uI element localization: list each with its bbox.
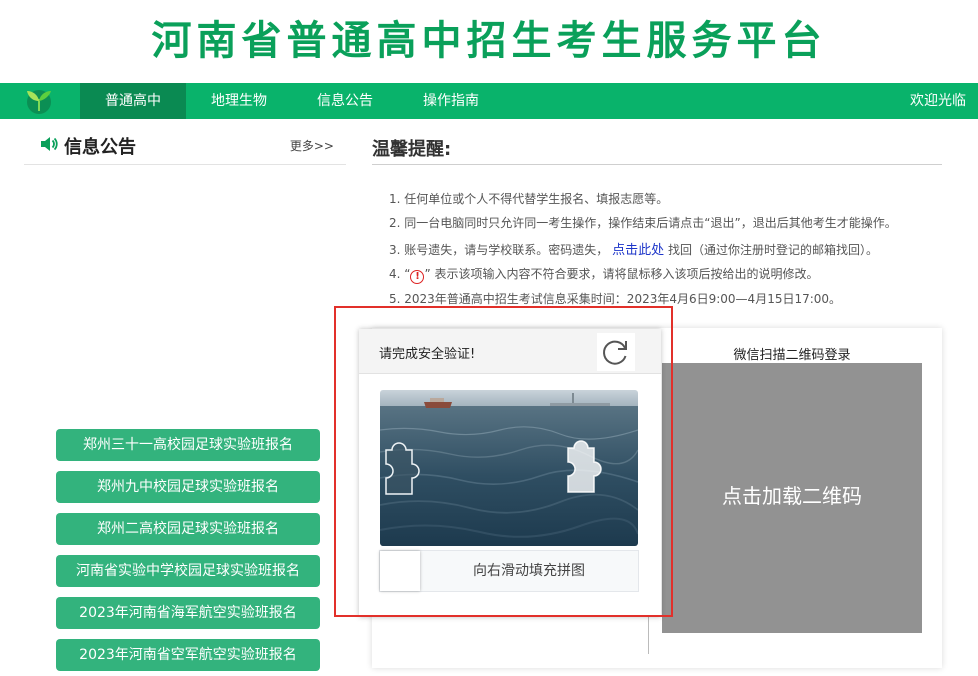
notice-header: 信息公告 更多>> [24, 128, 346, 165]
qr-load-button[interactable]: 点击加载二维码 [662, 363, 922, 633]
welcome-text: 欢迎光临 [910, 93, 966, 109]
signup-button-navy-aviation[interactable]: 2023年河南省海军航空实验班报名 [56, 597, 320, 629]
nav-item-geography-biology[interactable]: 地理生物 [186, 83, 292, 119]
signup-button-zhengzhou-2[interactable]: 郑州二高校园足球实验班报名 [56, 513, 320, 545]
navbar: 普通高中 地理生物 信息公告 操作指南 欢迎光临 [0, 83, 978, 119]
notice-title: 信息公告 [64, 137, 136, 158]
nav-item-guide[interactable]: 操作指南 [398, 83, 504, 119]
tip-4-prefix: 4. “ [389, 267, 411, 281]
signup-button-henan-experimental[interactable]: 河南省实验中学校园足球实验班报名 [56, 555, 320, 587]
tip-5: 5. 2023年普通高中招生考试信息采集时间：2023年4月6日9:00—4月1… [389, 292, 842, 306]
tips-title: 温馨提醒: [372, 139, 452, 160]
tips-header: 温馨提醒: [372, 128, 942, 165]
tip-4-text: ” 表示该项输入内容不符合要求，请将鼠标移入该项后按给出的说明修改。 [424, 267, 819, 281]
speaker-icon [41, 137, 58, 151]
warning-circle-icon: ! [410, 270, 425, 284]
nav-item-announcements[interactable]: 信息公告 [292, 83, 398, 119]
tip-3: 3. 账号遗失，请与学校联系。密码遗失， 点击此处 找回（通过你注册时登记的邮箱… [389, 239, 878, 258]
tip-3-text: 3. 账号遗失，请与学校联系。密码遗失， [389, 243, 609, 257]
tip-3-suffix: 找回（通过你注册时登记的邮箱找回）。 [667, 243, 878, 257]
qr-login-title: 微信扫描二维码登录 [733, 348, 851, 363]
tip-1: 1. 任何单位或个人不得代替学生报名、填报志愿等。 [389, 192, 669, 206]
highlight-frame [334, 306, 673, 617]
signup-button-zhengzhou-9[interactable]: 郑州九中校园足球实验班报名 [56, 471, 320, 503]
site-title: 河南省普通高中招生考生服务平台 [151, 18, 827, 64]
signup-button-zhengzhou-31[interactable]: 郑州三十一高校园足球实验班报名 [56, 429, 320, 461]
tip-2: 2. 同一台电脑同时只允许同一考生操作，操作结束后请点击“退出”，退出后其他考生… [389, 216, 897, 230]
more-link[interactable]: 更多>> [290, 137, 334, 154]
sprout-logo-icon [27, 90, 51, 114]
signup-button-air-force-aviation[interactable]: 2023年河南省空军航空实验班报名 [56, 639, 320, 671]
recover-password-link[interactable]: 点击此处 [612, 243, 664, 258]
tip-4: 4. “!” 表示该项输入内容不符合要求，请将鼠标移入该项后按给出的说明修改。 [389, 265, 819, 284]
nav-item-regular-high-school[interactable]: 普通高中 [80, 83, 186, 119]
